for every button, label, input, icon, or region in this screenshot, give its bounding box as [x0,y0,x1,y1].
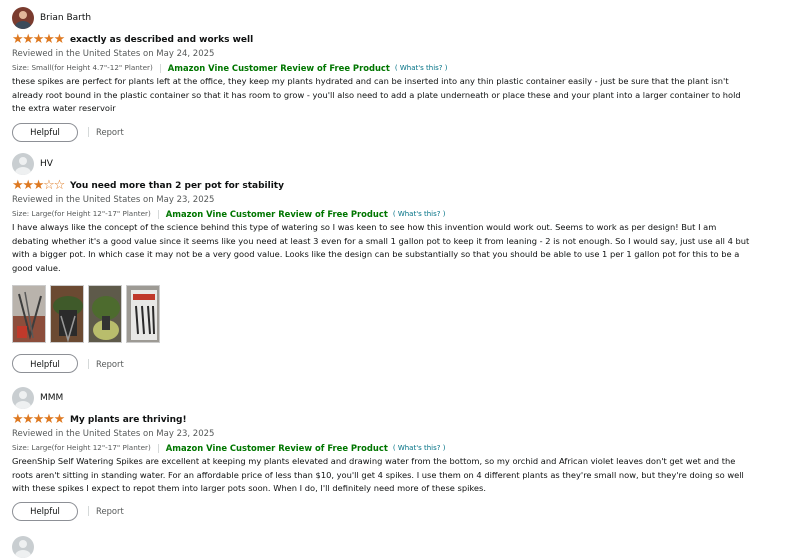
review-card: Brian Barth ★ ★ ★ ★ ★ exactly as described a… [12,7,772,142]
review-date: Reviewed in the United States on May 24,… [12,49,215,59]
divider [159,63,161,73]
star-icon: ★ [43,412,55,427]
star-rating[interactable]: ★ ★ ★ ★ ★ [12,412,66,427]
review-photo-thumbnail[interactable] [50,285,84,344]
star-rating[interactable]: ★ ★ ★ ☆ ☆ [12,178,66,193]
divider [88,358,89,369]
review-card: MMM ★ ★ ★ ★ ★ My plants are thriving! Review… [12,387,772,521]
reviewer-name: HV [40,159,53,169]
review-title[interactable]: exactly as described and works well [70,35,253,45]
star-icon: ★ [53,32,66,47]
reviewer-profile[interactable]: MMM [12,387,772,409]
whats-this-link[interactable]: ( What's this? ) [395,62,448,74]
star-icon: ★ [53,412,66,427]
reviewer-name: Brian Barth [40,13,92,23]
divider [157,443,159,453]
reviewer-name: MMM [40,393,64,403]
star-empty-icon: ☆ [53,178,66,193]
star-icon: ★ [43,32,55,47]
size-variant: Size: Large(for Height 12"-17" Planter) [12,443,151,452]
report-link[interactable]: Report [96,506,124,516]
star-icon: ★ [22,32,35,47]
vine-badge: Amazon Vine Customer Review of Free Prod… [165,209,388,219]
review-title[interactable]: You need more than 2 per pot for stabili… [70,181,284,191]
star-icon: ★ [22,178,35,193]
review-card: HV ★ ★ ★ ☆ ☆ You need more than 2 per pot fo… [12,153,772,374]
report-link[interactable]: Report [96,127,124,137]
review-photo-thumbnail[interactable] [126,285,160,344]
review-photo-thumbnail[interactable] [88,285,122,344]
reviewer-profile[interactable]: HV [12,153,772,175]
star-icon: ★ [12,32,24,47]
star-icon: ★ [32,32,45,47]
helpful-button[interactable]: Helpful [12,122,78,142]
report-link[interactable]: Report [96,359,124,369]
avatar [12,153,34,175]
size-variant: Size: Small(for Height 4.7"-12" Planter) [12,63,153,72]
helpful-button[interactable]: Helpful [12,354,78,374]
star-empty-icon: ☆ [43,178,55,193]
review-photo-thumbnail[interactable] [12,285,46,344]
size-variant: Size: Large(for Height 12"-17" Planter) [12,209,151,218]
avatar [12,536,34,558]
avatar [12,7,34,29]
star-icon: ★ [32,412,45,427]
whats-this-link[interactable]: ( What's this? ) [393,208,446,220]
divider [88,506,89,517]
review-body: I have always like the concept of the sc… [12,222,750,273]
whats-this-link[interactable]: ( What's this? ) [393,442,446,454]
review-date: Reviewed in the United States on May 23,… [12,429,215,439]
star-icon: ★ [32,178,45,193]
avatar [12,387,34,409]
star-icon: ★ [22,412,35,427]
review-body: GreenShip Self Watering Spikes are excel… [12,456,744,494]
star-icon: ★ [12,178,24,193]
star-icon: ★ [12,412,24,427]
helpful-button[interactable]: Helpful [12,501,78,521]
vine-badge: Amazon Vine Customer Review of Free Prod… [167,63,390,73]
reviewer-profile[interactable]: Brian Barth [12,7,772,29]
divider [157,209,159,219]
review-title[interactable]: My plants are thriving! [70,415,187,425]
star-rating[interactable]: ★ ★ ★ ★ ★ [12,32,66,47]
review-body: these spikes are perfect for plants left… [12,76,741,114]
vine-badge: Amazon Vine Customer Review of Free Prod… [165,443,388,453]
divider [88,127,89,138]
review-photos [12,285,772,344]
review-date: Reviewed in the United States on May 23,… [12,195,215,205]
